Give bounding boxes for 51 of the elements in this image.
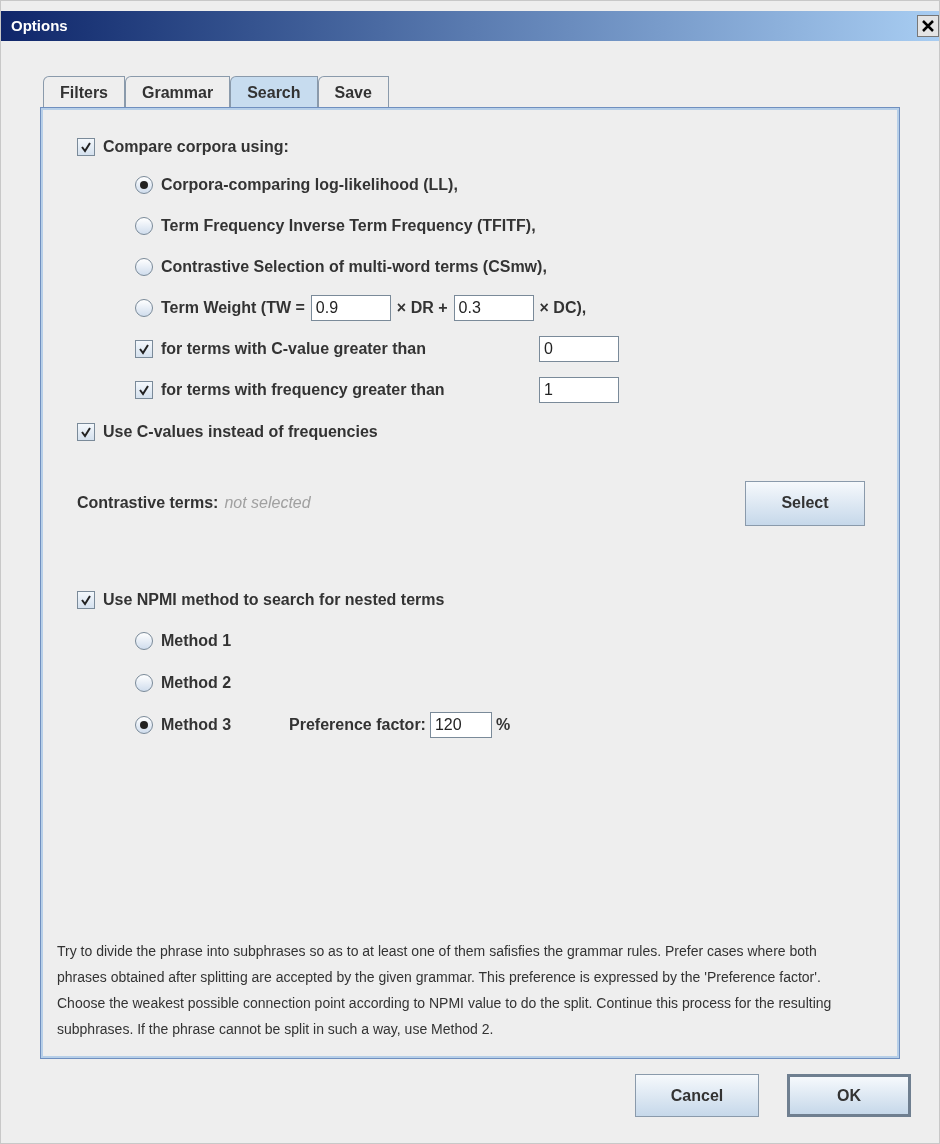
field-label: Preference factor: <box>289 715 426 735</box>
formula-text: × DR + <box>396 297 448 318</box>
option-label: Corpora-comparing log-likelihood (LL), <box>161 174 458 195</box>
radio-button[interactable] <box>135 632 153 650</box>
option-label: Contrastive Selection of multi-word terms (CSmw), <box>161 256 547 277</box>
window-title: Options <box>11 15 68 36</box>
checkbox[interactable] <box>135 380 153 399</box>
checkbox-label: Use C-values instead of frequencies <box>103 422 378 442</box>
radio-button[interactable] <box>135 216 153 235</box>
select-button[interactable]: Select <box>745 480 865 526</box>
radio-button[interactable] <box>135 175 153 194</box>
description-text: Try to divide the phrase into subphrases so as to at least one of them safisfies the grammar rules. Prefer cases where both phrases obtained after splitting are accepted by the given grammar. This preference is expressed by the 'Preference factor'. Choose the weakest possible connection point according to NPMI value to do the split. Continue this process for the resulting subphrases. If the phrase cannot be split in such a way, use Method 2. <box>57 942 833 1039</box>
checkmark-icon <box>80 594 92 606</box>
option-label: Method 3 <box>161 716 232 733</box>
input-field[interactable]: 1 <box>539 376 619 403</box>
checkmark-icon <box>80 426 92 438</box>
field-label: Contrastive terms: <box>77 493 219 513</box>
radio-button[interactable] <box>135 298 153 317</box>
checkbox-label: Compare corpora using: <box>103 137 289 157</box>
input-field[interactable]: 120 <box>429 712 492 738</box>
dialog-button[interactable]: OK <box>787 1074 911 1117</box>
checkbox[interactable] <box>135 339 153 358</box>
close-button[interactable] <box>917 15 939 37</box>
checkbox-label: for terms with C-value greater than <box>161 339 426 357</box>
checkbox[interactable] <box>77 423 95 441</box>
checkmark-icon <box>138 342 150 355</box>
radio-button[interactable] <box>135 674 153 692</box>
status-text: not selected <box>224 493 311 513</box>
close-icon <box>922 20 934 32</box>
tab[interactable]: Filters <box>43 76 125 108</box>
option-label: Method 2 <box>161 674 232 691</box>
unit-label: % <box>495 715 511 735</box>
checkbox-label: for terms with frequency greater than <box>161 380 445 398</box>
tab[interactable]: Save <box>317 76 389 108</box>
checkbox[interactable] <box>77 138 95 156</box>
formula-text: × DC), <box>539 297 587 318</box>
input-field[interactable]: 0.9 <box>310 294 391 321</box>
input-field[interactable]: 0 <box>539 335 619 362</box>
tab[interactable]: Search <box>230 76 318 108</box>
checkbox-label: Use NPMI method to search for nested terms <box>103 590 445 610</box>
checkmark-icon <box>138 383 150 396</box>
radio-button[interactable] <box>135 257 153 276</box>
tab[interactable]: Grammar <box>125 76 231 108</box>
checkbox[interactable] <box>77 591 95 609</box>
input-field[interactable]: 0.3 <box>453 294 534 321</box>
dialog-button[interactable]: Cancel <box>635 1074 759 1117</box>
option-label: Term Weight (TW = <box>161 297 305 318</box>
checkmark-icon <box>80 141 92 153</box>
option-label: Method 1 <box>161 632 232 649</box>
radio-button[interactable] <box>135 716 153 734</box>
option-label: Term Frequency Inverse Term Frequency (TFITF), <box>161 215 536 236</box>
